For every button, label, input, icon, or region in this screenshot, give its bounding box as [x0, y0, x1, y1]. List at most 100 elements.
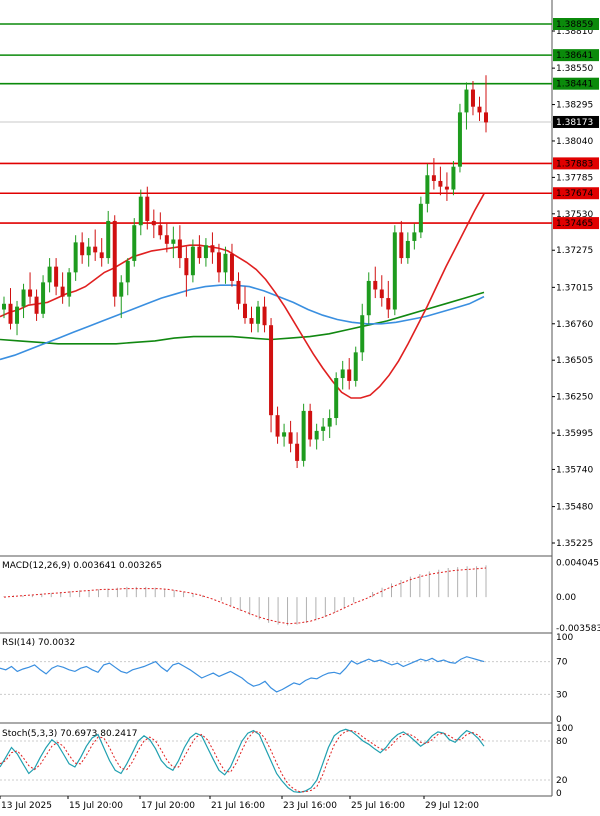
- candle-body: [334, 378, 339, 419]
- level-tag-label: 1.38859: [556, 20, 593, 30]
- candle-body: [145, 196, 150, 221]
- candle-body: [288, 432, 293, 444]
- price-tick-label: 1.36250: [556, 393, 593, 403]
- macd-tick-label: 0.00: [556, 593, 576, 603]
- candle-body: [80, 242, 85, 256]
- candlesticks: [2, 75, 488, 469]
- candle-body: [464, 89, 469, 113]
- candle-body: [314, 430, 319, 440]
- candle-body: [21, 289, 26, 307]
- candle-body: [216, 252, 221, 273]
- candle-body: [210, 245, 215, 253]
- price-level-lines: [0, 23, 552, 224]
- level-tag-label: 1.38441: [556, 80, 593, 90]
- candle-body: [269, 325, 274, 416]
- candle-body: [158, 225, 163, 236]
- candle-body: [301, 410, 306, 461]
- candle-body: [190, 246, 195, 276]
- time-tick-label: 25 Jul 16:00: [351, 801, 405, 811]
- candle-body: [470, 89, 475, 107]
- candle-body: [2, 303, 6, 310]
- candle-body: [112, 220, 117, 297]
- price-tick-label: 1.38550: [556, 64, 593, 74]
- price-tick-label: 1.35995: [556, 429, 593, 439]
- candle-body: [451, 166, 456, 190]
- level-tag-label: 1.38641: [556, 51, 593, 61]
- candle-body: [67, 272, 72, 297]
- candle-body: [223, 253, 228, 273]
- macd-title: MACD(12,26,9) 0.003641 0.003265: [2, 561, 162, 571]
- price-axis: 1.388101.385501.382951.380401.377851.375…: [552, 27, 593, 549]
- rsi-panel: RSI(14) 70.0032 10070300: [0, 633, 573, 725]
- stoch-title: Stoch(5,3,3) 70.6973 80.2417: [2, 729, 137, 739]
- moving-averages: [0, 193, 485, 399]
- candle-body: [86, 246, 91, 256]
- candle-body: [119, 282, 124, 297]
- candle-body: [379, 289, 384, 299]
- candle-body: [249, 318, 254, 324]
- price-tick-label: 1.37275: [556, 246, 593, 256]
- candle-body: [340, 369, 345, 379]
- macd-panel: MACD(12,26,9) 0.003641 0.003265 0.004045…: [2, 558, 600, 633]
- rsi-tick-label: 100: [556, 633, 573, 643]
- candle-body: [405, 240, 410, 259]
- candle-body: [243, 303, 247, 319]
- time-tick-label: 15 Jul 20:00: [69, 801, 123, 811]
- candle-body: [177, 239, 182, 259]
- time-axis: 13 Jul 2025 15 Jul 20:00 17 Jul 20:00 21 Ju…: [0, 796, 479, 811]
- candle-body: [151, 220, 156, 226]
- ma-blue-line: [0, 284, 485, 361]
- candle-body: [347, 369, 352, 381]
- candle-body: [164, 235, 169, 244]
- candle-body: [60, 286, 65, 297]
- candle-body: [132, 225, 137, 261]
- price-tick-label: 1.37015: [556, 283, 593, 293]
- candle-body: [93, 246, 98, 253]
- candle-body: [275, 415, 280, 437]
- candle-body: [308, 410, 313, 440]
- candle-body: [438, 180, 443, 187]
- candle-body: [457, 112, 462, 167]
- time-tick-label: 13 Jul 2025: [1, 801, 52, 811]
- candle-body: [256, 306, 261, 324]
- candle-body: [392, 232, 397, 310]
- price-tick-label: 1.38295: [556, 101, 593, 111]
- candle-body: [373, 280, 378, 290]
- candle-body: [15, 306, 20, 324]
- stoch-d-line: [0, 730, 485, 793]
- rsi-tick-label: 30: [556, 690, 568, 700]
- candle-body: [106, 220, 111, 259]
- stoch-tick-label: 100: [556, 724, 573, 734]
- price-tick-label: 1.37785: [556, 173, 593, 183]
- candle-body: [229, 253, 234, 281]
- candle-body: [386, 298, 391, 310]
- candle-body: [73, 242, 78, 273]
- candle-body: [125, 260, 130, 283]
- candle-body: [425, 175, 430, 204]
- chart-background: [0, 0, 553, 797]
- candle-body: [54, 266, 59, 287]
- rsi-tick-label: 70: [556, 658, 568, 668]
- stoch-tick-label: 20: [556, 776, 568, 786]
- candle-body: [41, 282, 46, 314]
- candle-body: [399, 232, 404, 259]
- stochastic-panel: Stoch(5,3,3) 70.6973 80.2417 100 80 20 0: [0, 724, 573, 799]
- candle-body: [28, 289, 33, 297]
- price-tick-label: 1.36760: [556, 320, 593, 330]
- stoch-tick-label: 80: [556, 737, 568, 747]
- candle-body: [295, 443, 300, 461]
- trading-chart: 1.388101.385501.382951.380401.377851.375…: [0, 0, 600, 811]
- price-tick-label: 1.38040: [556, 137, 593, 147]
- time-tick-label: 23 Jul 16:00: [283, 801, 337, 811]
- candle-body: [99, 252, 104, 259]
- price-tick-label: 1.35740: [556, 465, 593, 475]
- candle-body: [8, 303, 13, 324]
- candle-body: [327, 418, 332, 427]
- candle-body: [138, 196, 143, 226]
- candle-body: [484, 112, 488, 123]
- level-tag-label: 1.37465: [556, 219, 593, 229]
- candle-body: [184, 258, 189, 276]
- time-tick-label: 29 Jul 12:00: [425, 801, 479, 811]
- price-tick-label: 1.35225: [556, 539, 593, 549]
- candle-body: [431, 175, 436, 181]
